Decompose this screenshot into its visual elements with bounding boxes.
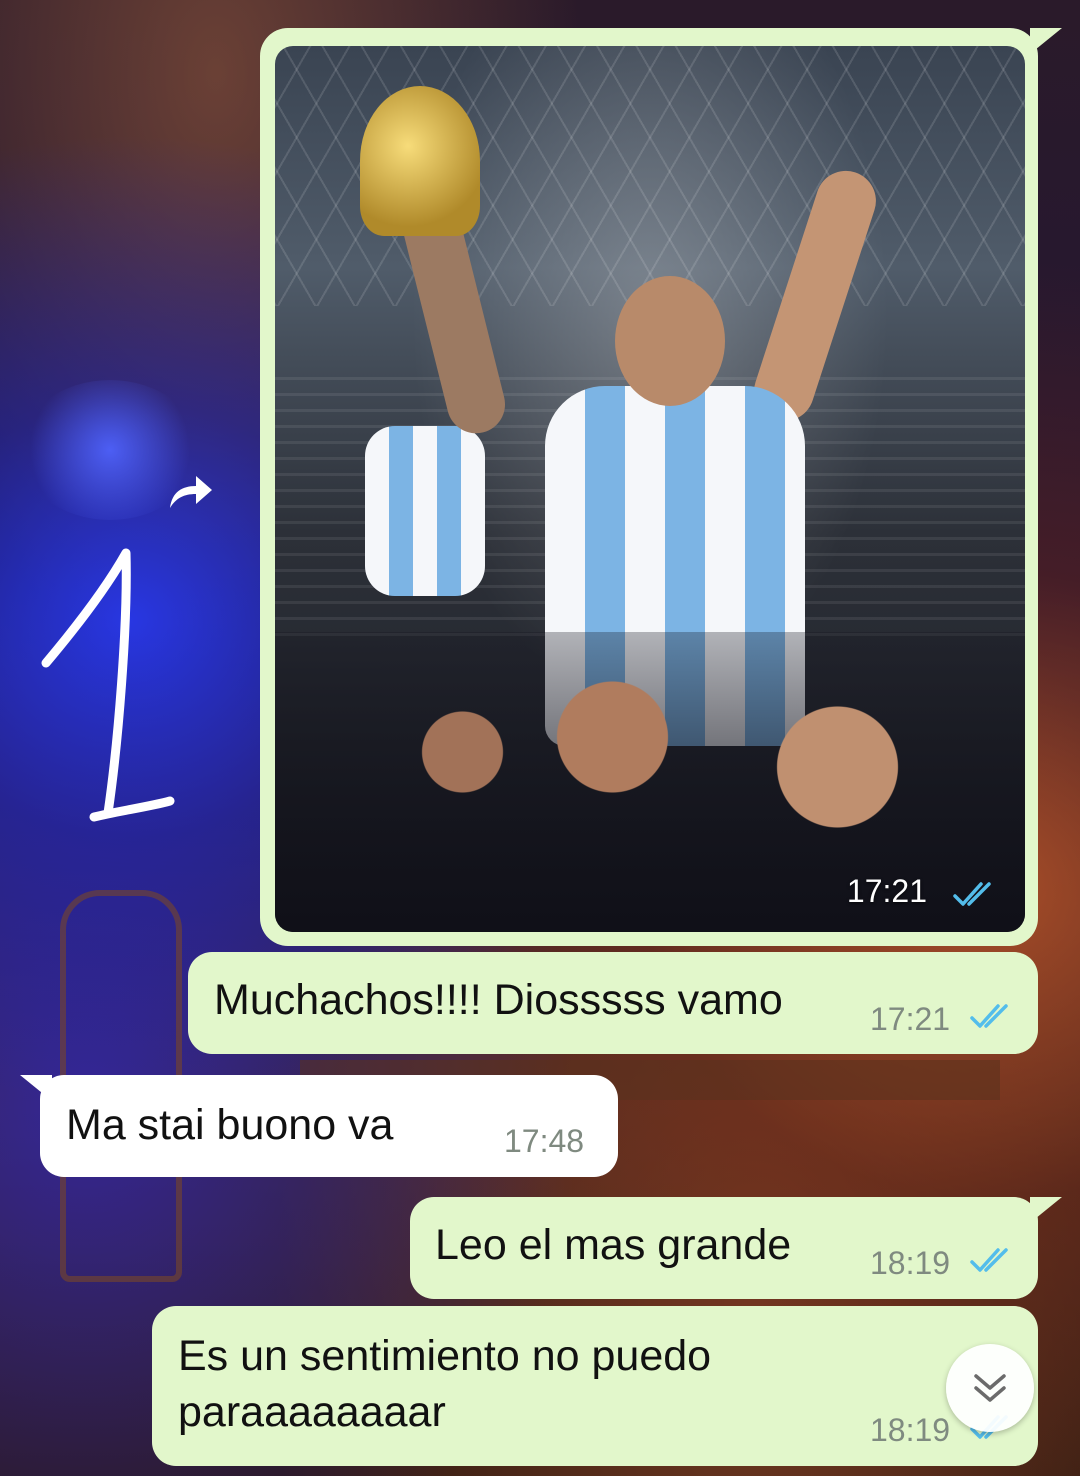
message-bubble-outgoing[interactable]: Es un sentimiento no puedo paraaaaaaaar … (152, 1306, 1038, 1466)
message-photo[interactable]: 17:21 (275, 46, 1025, 932)
photo-player-head (615, 276, 725, 406)
message-bubble-outgoing[interactable]: Muchachos!!!! Diosssss vamo 17:21 (188, 952, 1038, 1054)
double-check-icon (953, 882, 991, 906)
image-message-bubble[interactable]: 17:21 (260, 28, 1038, 946)
double-check-icon (970, 1248, 1008, 1272)
message-text: Es un sentimiento no puedo paraaaaaaaar (178, 1332, 712, 1436)
message-timestamp: 17:21 (846, 873, 927, 909)
bubble-tail (1030, 28, 1062, 54)
message-bubble-outgoing[interactable]: Leo el mas grande 18:19 (410, 1197, 1038, 1299)
forward-icon[interactable] (164, 470, 216, 514)
message-timestamp: 18:19 (870, 1412, 951, 1448)
message-text: Ma stai buono va (66, 1101, 394, 1149)
photo-player-background (365, 426, 485, 596)
scroll-to-bottom-button[interactable] (946, 1344, 1034, 1432)
chevron-double-down-icon (974, 1374, 1006, 1402)
double-check-icon (970, 1004, 1008, 1028)
bubble-tail (1030, 1197, 1062, 1223)
message-bubble-incoming[interactable]: Ma stai buono va 17:48 (40, 1075, 618, 1177)
bubble-tail (20, 1075, 52, 1101)
number-one-sticker (41, 548, 175, 822)
photo-trophy (360, 86, 480, 236)
message-timestamp: 17:48 (504, 1123, 585, 1159)
message-text: Leo el mas grande (435, 1221, 792, 1269)
message-text: Muchachos!!!! Diosssss vamo (214, 976, 783, 1024)
message-timestamp: 18:19 (870, 1245, 951, 1281)
message-timestamp: 17:21 (870, 1001, 951, 1037)
